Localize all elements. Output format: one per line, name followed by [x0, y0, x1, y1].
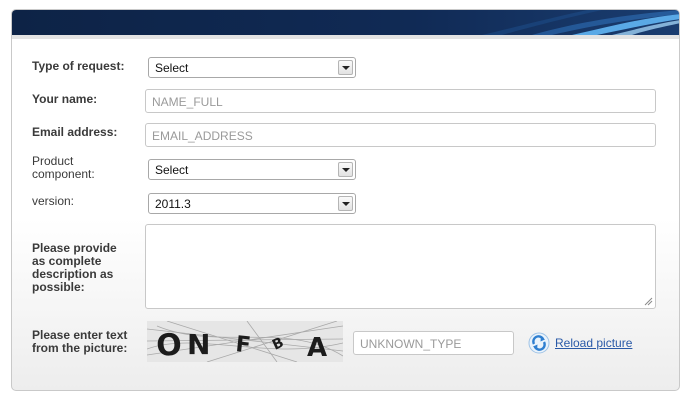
request-type-select[interactable]: Select [148, 57, 356, 78]
request-type-value: Select [155, 61, 189, 75]
name-label: Your name: [32, 92, 98, 106]
version-select[interactable]: 2011.3 [148, 193, 356, 214]
chevron-down-icon[interactable] [338, 60, 353, 75]
svg-text:N: N [187, 328, 210, 361]
captcha-label-line2: from the picture: [32, 341, 128, 355]
email-placeholder: EMAIL_ADDRESS [152, 129, 253, 143]
version-label: version: [32, 194, 75, 208]
version-value: 2011.3 [155, 197, 191, 211]
captcha-picture: O N F B A [147, 321, 343, 362]
captcha-input[interactable]: UNKNOWN_TYPE [353, 331, 514, 355]
name-input[interactable]: NAME_FULL [145, 89, 656, 113]
reload-icon[interactable] [528, 332, 550, 354]
header-bar [12, 10, 679, 35]
svg-text:F: F [234, 332, 252, 358]
reload-picture-link[interactable]: Reload picture [555, 336, 632, 350]
header-swoosh-decoration [482, 10, 679, 35]
captcha-placeholder: UNKNOWN_TYPE [360, 337, 462, 351]
captcha-image: O N F B A [147, 321, 343, 362]
chevron-down-icon[interactable] [338, 196, 353, 211]
email-label: Email address: [32, 125, 118, 139]
svg-text:A: A [307, 333, 327, 362]
name-placeholder: NAME_FULL [152, 95, 223, 109]
resize-grip-icon[interactable] [644, 297, 653, 306]
request-type-label: Type of request: [32, 59, 125, 73]
description-label-line4: possible: [32, 280, 85, 294]
component-label-line2: component: [32, 167, 95, 181]
chevron-down-icon[interactable] [338, 162, 353, 177]
header-underline [12, 35, 679, 39]
component-value: Select [155, 163, 189, 177]
svg-text:O: O [155, 327, 183, 362]
component-select[interactable]: Select [148, 159, 356, 180]
email-input[interactable]: EMAIL_ADDRESS [145, 123, 656, 147]
support-request-form: Type of request: Select Your name: NAME_… [11, 9, 680, 391]
description-textarea[interactable] [145, 224, 656, 309]
